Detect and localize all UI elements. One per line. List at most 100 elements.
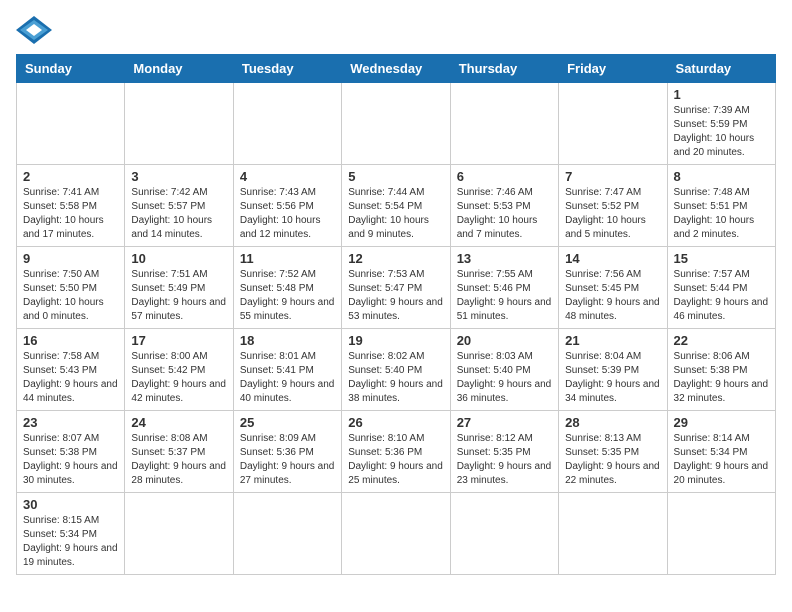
day-info: Sunrise: 7:44 AM Sunset: 5:54 PM Dayligh…: [348, 186, 443, 242]
calendar-cell: 2 Sunrise: 7:41 AM Sunset: 5:58 PM Daylig…: [17, 165, 125, 247]
day-number: 11: [240, 251, 335, 266]
day-number: 12: [348, 251, 443, 266]
calendar-cell: [559, 83, 667, 165]
calendar-cell: 16Sunrise: 7:58 AM Sunset: 5:43 PM Dayli…: [17, 329, 125, 411]
weekday-header: Thursday: [450, 55, 558, 83]
day-number: 23: [23, 415, 118, 430]
day-info: Sunrise: 8:04 AM Sunset: 5:39 PM Dayligh…: [565, 350, 660, 406]
calendar-week-row: 23 Sunrise: 8:07 AM Sunset: 5:38 PM Dayli…: [17, 411, 776, 493]
day-number: 27: [457, 415, 552, 430]
day-number: 3: [131, 169, 226, 184]
calendar-cell: 23 Sunrise: 8:07 AM Sunset: 5:38 PM Dayli…: [17, 411, 125, 493]
day-number: 17: [131, 333, 226, 348]
calendar-cell: [450, 83, 558, 165]
day-info: Sunrise: 7:57 AM Sunset: 5:44 PM Dayligh…: [674, 268, 769, 324]
day-number: 30: [23, 497, 118, 512]
calendar-cell: [342, 493, 450, 575]
calendar-cell: [667, 493, 775, 575]
calendar-cell: 19Sunrise: 8:02 AM Sunset: 5:40 PM Dayli…: [342, 329, 450, 411]
day-number: 1: [674, 87, 769, 102]
calendar-cell: 21 Sunrise: 8:04 AM Sunset: 5:39 PM Dayli…: [559, 329, 667, 411]
day-info: Sunrise: 7:48 AM Sunset: 5:51 PM Dayligh…: [674, 186, 769, 242]
day-info: Sunrise: 8:09 AM Sunset: 5:36 PM Dayligh…: [240, 432, 335, 488]
day-info: Sunrise: 8:01 AM Sunset: 5:41 PM Dayligh…: [240, 350, 335, 406]
calendar-cell: 14 Sunrise: 7:56 AM Sunset: 5:45 PM Dayli…: [559, 247, 667, 329]
day-number: 5: [348, 169, 443, 184]
day-info: Sunrise: 8:02 AM Sunset: 5:40 PM Dayligh…: [348, 350, 443, 406]
day-info: Sunrise: 7:53 AM Sunset: 5:47 PM Dayligh…: [348, 268, 443, 324]
calendar-cell: 8Sunrise: 7:48 AM Sunset: 5:51 PM Daylig…: [667, 165, 775, 247]
day-number: 24: [131, 415, 226, 430]
calendar-week-row: 16Sunrise: 7:58 AM Sunset: 5:43 PM Dayli…: [17, 329, 776, 411]
calendar-cell: [233, 83, 341, 165]
day-info: Sunrise: 7:39 AM Sunset: 5:59 PM Dayligh…: [674, 104, 769, 160]
day-number: 7: [565, 169, 660, 184]
logo-icon: [16, 16, 52, 44]
day-info: Sunrise: 7:43 AM Sunset: 5:56 PM Dayligh…: [240, 186, 335, 242]
weekday-header: Friday: [559, 55, 667, 83]
calendar-cell: 10 Sunrise: 7:51 AM Sunset: 5:49 PM Dayli…: [125, 247, 233, 329]
calendar-cell: [450, 493, 558, 575]
day-number: 21: [565, 333, 660, 348]
day-number: 14: [565, 251, 660, 266]
calendar-week-row: 1 Sunrise: 7:39 AM Sunset: 5:59 PM Daylig…: [17, 83, 776, 165]
calendar-cell: 11 Sunrise: 7:52 AM Sunset: 5:48 PM Dayli…: [233, 247, 341, 329]
calendar-cell: 3 Sunrise: 7:42 AM Sunset: 5:57 PM Daylig…: [125, 165, 233, 247]
calendar-cell: 6Sunrise: 7:46 AM Sunset: 5:53 PM Daylig…: [450, 165, 558, 247]
calendar-cell: [17, 83, 125, 165]
day-number: 13: [457, 251, 552, 266]
calendar-cell: 12 Sunrise: 7:53 AM Sunset: 5:47 PM Dayli…: [342, 247, 450, 329]
day-info: Sunrise: 7:41 AM Sunset: 5:58 PM Dayligh…: [23, 186, 118, 242]
calendar-cell: [125, 493, 233, 575]
calendar-cell: 27 Sunrise: 8:12 AM Sunset: 5:35 PM Dayli…: [450, 411, 558, 493]
calendar-cell: [125, 83, 233, 165]
calendar-cell: 20Sunrise: 8:03 AM Sunset: 5:40 PM Dayli…: [450, 329, 558, 411]
day-number: 22: [674, 333, 769, 348]
calendar-cell: 17 Sunrise: 8:00 AM Sunset: 5:42 PM Dayli…: [125, 329, 233, 411]
calendar-cell: 4Sunrise: 7:43 AM Sunset: 5:56 PM Daylig…: [233, 165, 341, 247]
calendar-cell: 7Sunrise: 7:47 AM Sunset: 5:52 PM Daylig…: [559, 165, 667, 247]
calendar-week-row: 2 Sunrise: 7:41 AM Sunset: 5:58 PM Daylig…: [17, 165, 776, 247]
calendar-cell: 24 Sunrise: 8:08 AM Sunset: 5:37 PM Dayli…: [125, 411, 233, 493]
day-info: Sunrise: 8:07 AM Sunset: 5:38 PM Dayligh…: [23, 432, 118, 488]
day-info: Sunrise: 7:51 AM Sunset: 5:49 PM Dayligh…: [131, 268, 226, 324]
weekday-header: Tuesday: [233, 55, 341, 83]
day-info: Sunrise: 7:52 AM Sunset: 5:48 PM Dayligh…: [240, 268, 335, 324]
day-info: Sunrise: 7:46 AM Sunset: 5:53 PM Dayligh…: [457, 186, 552, 242]
day-number: 2: [23, 169, 118, 184]
day-info: Sunrise: 8:08 AM Sunset: 5:37 PM Dayligh…: [131, 432, 226, 488]
weekday-header: Wednesday: [342, 55, 450, 83]
day-info: Sunrise: 7:55 AM Sunset: 5:46 PM Dayligh…: [457, 268, 552, 324]
weekday-header: Saturday: [667, 55, 775, 83]
weekday-header: Sunday: [17, 55, 125, 83]
weekday-header-row: SundayMondayTuesdayWednesdayThursdayFrid…: [17, 55, 776, 83]
day-info: Sunrise: 8:13 AM Sunset: 5:35 PM Dayligh…: [565, 432, 660, 488]
day-number: 18: [240, 333, 335, 348]
calendar-cell: 13 Sunrise: 7:55 AM Sunset: 5:46 PM Dayli…: [450, 247, 558, 329]
day-info: Sunrise: 8:06 AM Sunset: 5:38 PM Dayligh…: [674, 350, 769, 406]
day-info: Sunrise: 7:56 AM Sunset: 5:45 PM Dayligh…: [565, 268, 660, 324]
calendar-cell: 5 Sunrise: 7:44 AM Sunset: 5:54 PM Daylig…: [342, 165, 450, 247]
calendar-cell: 9Sunrise: 7:50 AM Sunset: 5:50 PM Daylig…: [17, 247, 125, 329]
calendar-cell: [342, 83, 450, 165]
calendar-cell: 28 Sunrise: 8:13 AM Sunset: 5:35 PM Dayli…: [559, 411, 667, 493]
day-number: 10: [131, 251, 226, 266]
day-info: Sunrise: 8:10 AM Sunset: 5:36 PM Dayligh…: [348, 432, 443, 488]
day-info: Sunrise: 7:50 AM Sunset: 5:50 PM Dayligh…: [23, 268, 118, 324]
day-info: Sunrise: 8:12 AM Sunset: 5:35 PM Dayligh…: [457, 432, 552, 488]
calendar-cell: [559, 493, 667, 575]
day-info: Sunrise: 8:14 AM Sunset: 5:34 PM Dayligh…: [674, 432, 769, 488]
day-number: 29: [674, 415, 769, 430]
day-info: Sunrise: 8:00 AM Sunset: 5:42 PM Dayligh…: [131, 350, 226, 406]
day-number: 25: [240, 415, 335, 430]
weekday-header: Monday: [125, 55, 233, 83]
calendar-cell: 29 Sunrise: 8:14 AM Sunset: 5:34 PM Dayli…: [667, 411, 775, 493]
day-info: Sunrise: 8:15 AM Sunset: 5:34 PM Dayligh…: [23, 514, 118, 570]
day-number: 26: [348, 415, 443, 430]
calendar-cell: 25 Sunrise: 8:09 AM Sunset: 5:36 PM Dayli…: [233, 411, 341, 493]
calendar-week-row: 9Sunrise: 7:50 AM Sunset: 5:50 PM Daylig…: [17, 247, 776, 329]
day-number: 15: [674, 251, 769, 266]
day-number: 28: [565, 415, 660, 430]
calendar-cell: [233, 493, 341, 575]
day-info: Sunrise: 7:42 AM Sunset: 5:57 PM Dayligh…: [131, 186, 226, 242]
